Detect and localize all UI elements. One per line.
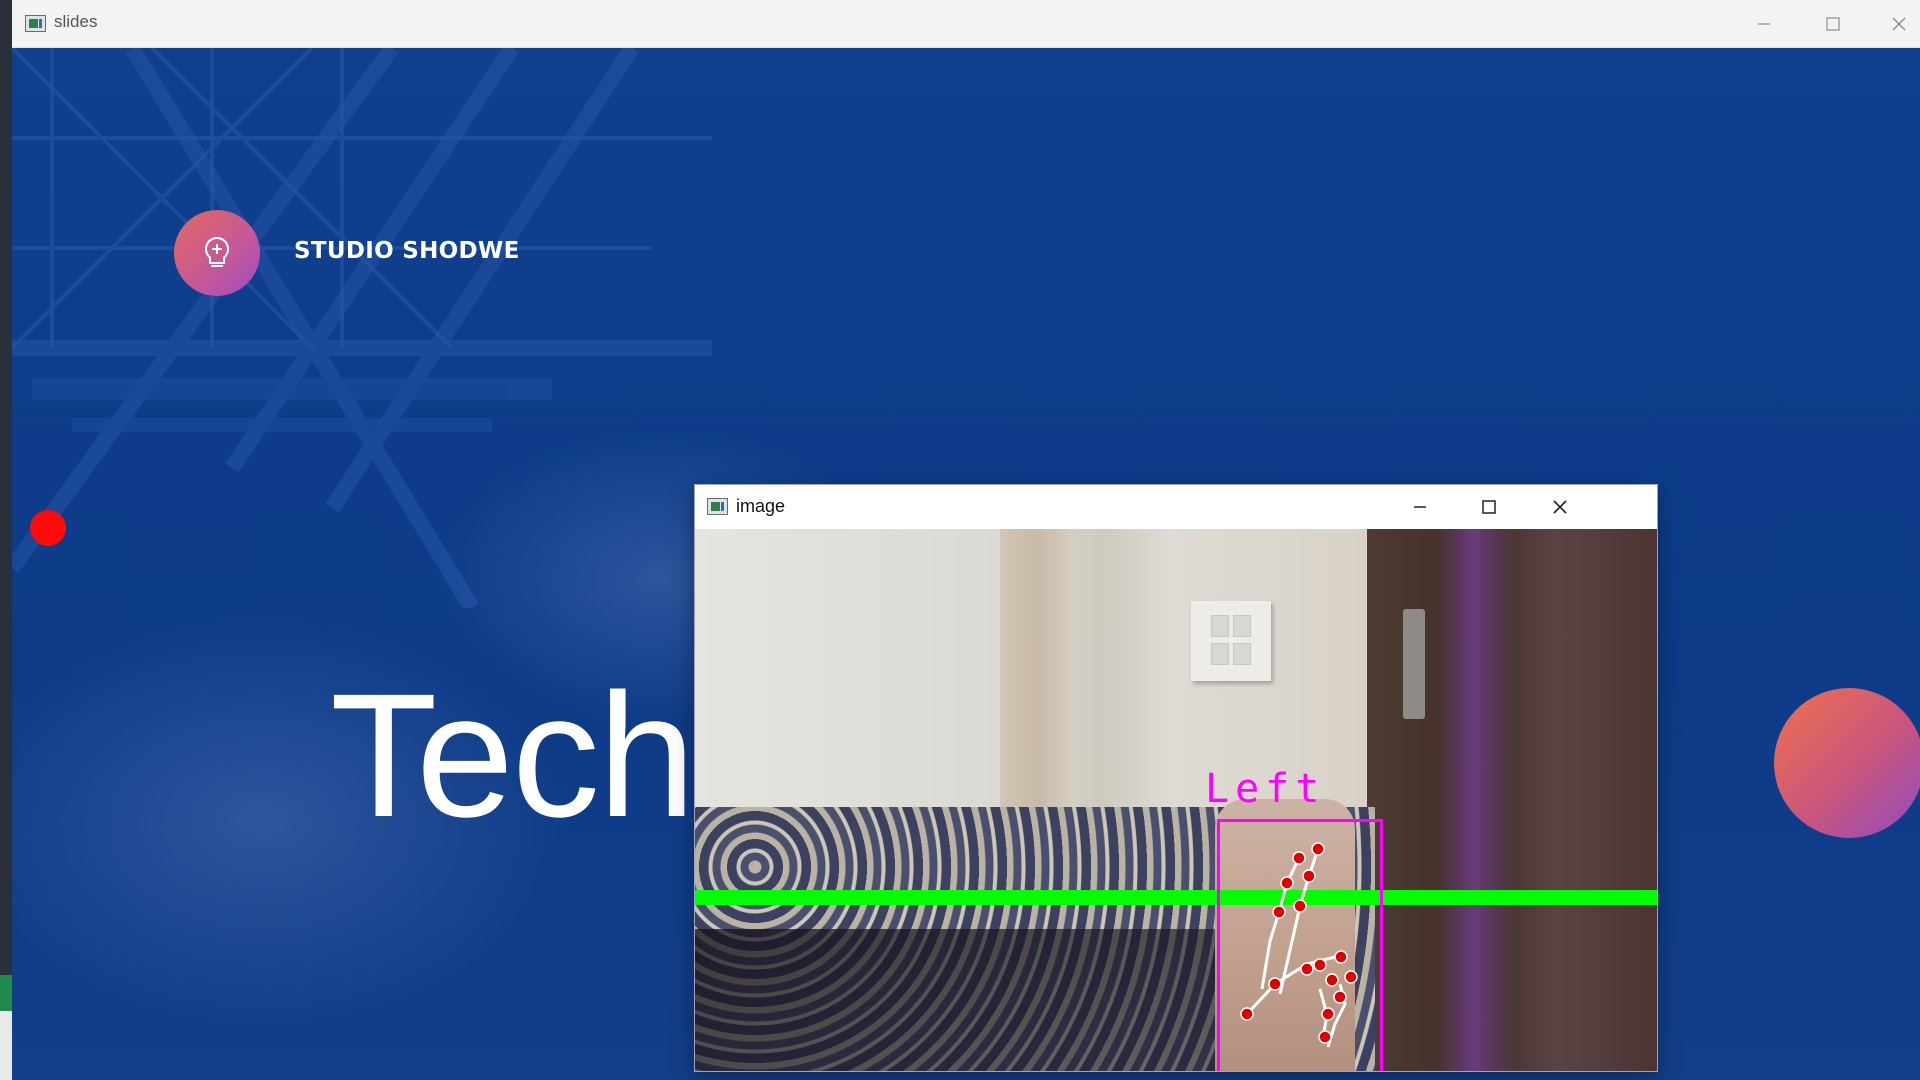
close-icon: [1892, 17, 1906, 30]
camera-feed: Left: [695, 529, 1657, 1071]
desktop-edge: [0, 0, 12, 1080]
app-icon: [25, 15, 46, 32]
hand-landmarks: [1240, 842, 1358, 1048]
maximize-icon: [1826, 16, 1840, 31]
gradient-orb-decoration: [1774, 688, 1920, 838]
image-window: image Left: [694, 484, 1658, 1072]
minimize-button[interactable]: [1729, 0, 1799, 47]
lightbulb-icon: [205, 236, 229, 267]
slides-titlebar[interactable]: slides: [12, 0, 1920, 48]
desktop-edge-green: [0, 975, 12, 1011]
image-close-button[interactable]: [1529, 485, 1591, 529]
brand-name: STUDIO SHODWE: [294, 238, 520, 264]
maximize-button[interactable]: [1798, 0, 1868, 47]
image-window-title: image: [736, 496, 786, 516]
slide-heading: Tech: [330, 658, 696, 854]
window-title: slides: [54, 12, 98, 31]
close-button[interactable]: [1864, 0, 1920, 47]
desktop-edge-light: [0, 1011, 12, 1080]
minimize-icon: [1414, 506, 1426, 508]
logo-badge: [174, 210, 260, 296]
maximize-icon: [1482, 500, 1496, 514]
app-icon: [707, 498, 728, 515]
pointer-dot: [30, 510, 66, 546]
image-minimize-button[interactable]: [1389, 485, 1451, 529]
image-maximize-button[interactable]: [1458, 485, 1520, 529]
close-icon: [1553, 500, 1567, 514]
image-titlebar[interactable]: image: [695, 485, 1657, 529]
minimize-icon: [1758, 22, 1770, 25]
